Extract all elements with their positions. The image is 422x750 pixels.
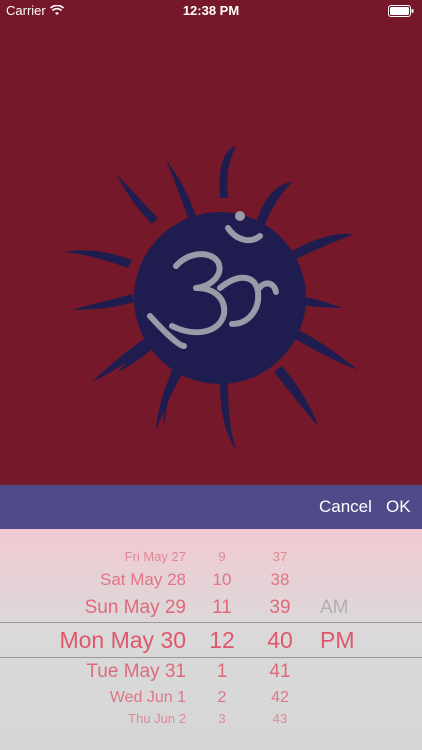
date-option[interactable]: Sun May 29 [40,597,186,619]
ok-button[interactable]: OK [386,485,411,529]
date-option[interactable]: Tue May 31 [40,661,186,683]
hero-banner [0,0,422,485]
date-option-selected[interactable]: Mon May 30 [40,627,186,654]
minute-option[interactable]: 37 [258,549,302,564]
minute-option[interactable]: 39 [258,597,302,619]
battery-icon [388,5,414,17]
cancel-button[interactable]: Cancel [319,485,372,529]
hour-wheel[interactable]: 9 10 11 12 1 2 3 [200,529,244,750]
hour-option[interactable]: 9 [200,549,244,564]
minute-option[interactable]: 38 [258,570,302,590]
date-wheel[interactable]: Fri May 27 Sat May 28 Sun May 29 Mon May… [40,529,186,750]
minute-wheel[interactable]: 37 38 39 40 41 42 43 [258,529,302,750]
status-time: 12:38 PM [182,3,240,18]
hour-option[interactable]: 10 [200,570,244,590]
status-bar: Carrier 12:38 PM [0,0,422,22]
minute-option[interactable]: 41 [258,661,302,683]
date-option[interactable]: Wed Jun 1 [40,689,186,707]
date-option[interactable]: Sat May 28 [40,570,186,590]
ampm-option[interactable]: AM [320,597,380,619]
date-option[interactable]: Fri May 27 [40,549,186,564]
minute-option-selected[interactable]: 40 [258,627,302,654]
ampm-option-selected[interactable]: PM [320,627,380,654]
hour-option[interactable]: 3 [200,711,244,726]
hour-option-selected[interactable]: 12 [200,627,244,654]
minute-option[interactable]: 43 [258,711,302,726]
minute-option[interactable]: 42 [258,689,302,707]
hour-option[interactable]: 1 [200,661,244,683]
date-option[interactable]: Thu Jun 2 [40,711,186,726]
date-time-picker[interactable]: Fri May 27 Sat May 28 Sun May 29 Mon May… [0,529,422,750]
hour-option[interactable]: 2 [200,689,244,707]
picker-toolbar: Cancel OK [0,485,422,529]
ampm-wheel[interactable]: AM PM [320,529,380,750]
hour-option[interactable]: 11 [200,597,244,619]
om-sun-logo [64,146,358,450]
